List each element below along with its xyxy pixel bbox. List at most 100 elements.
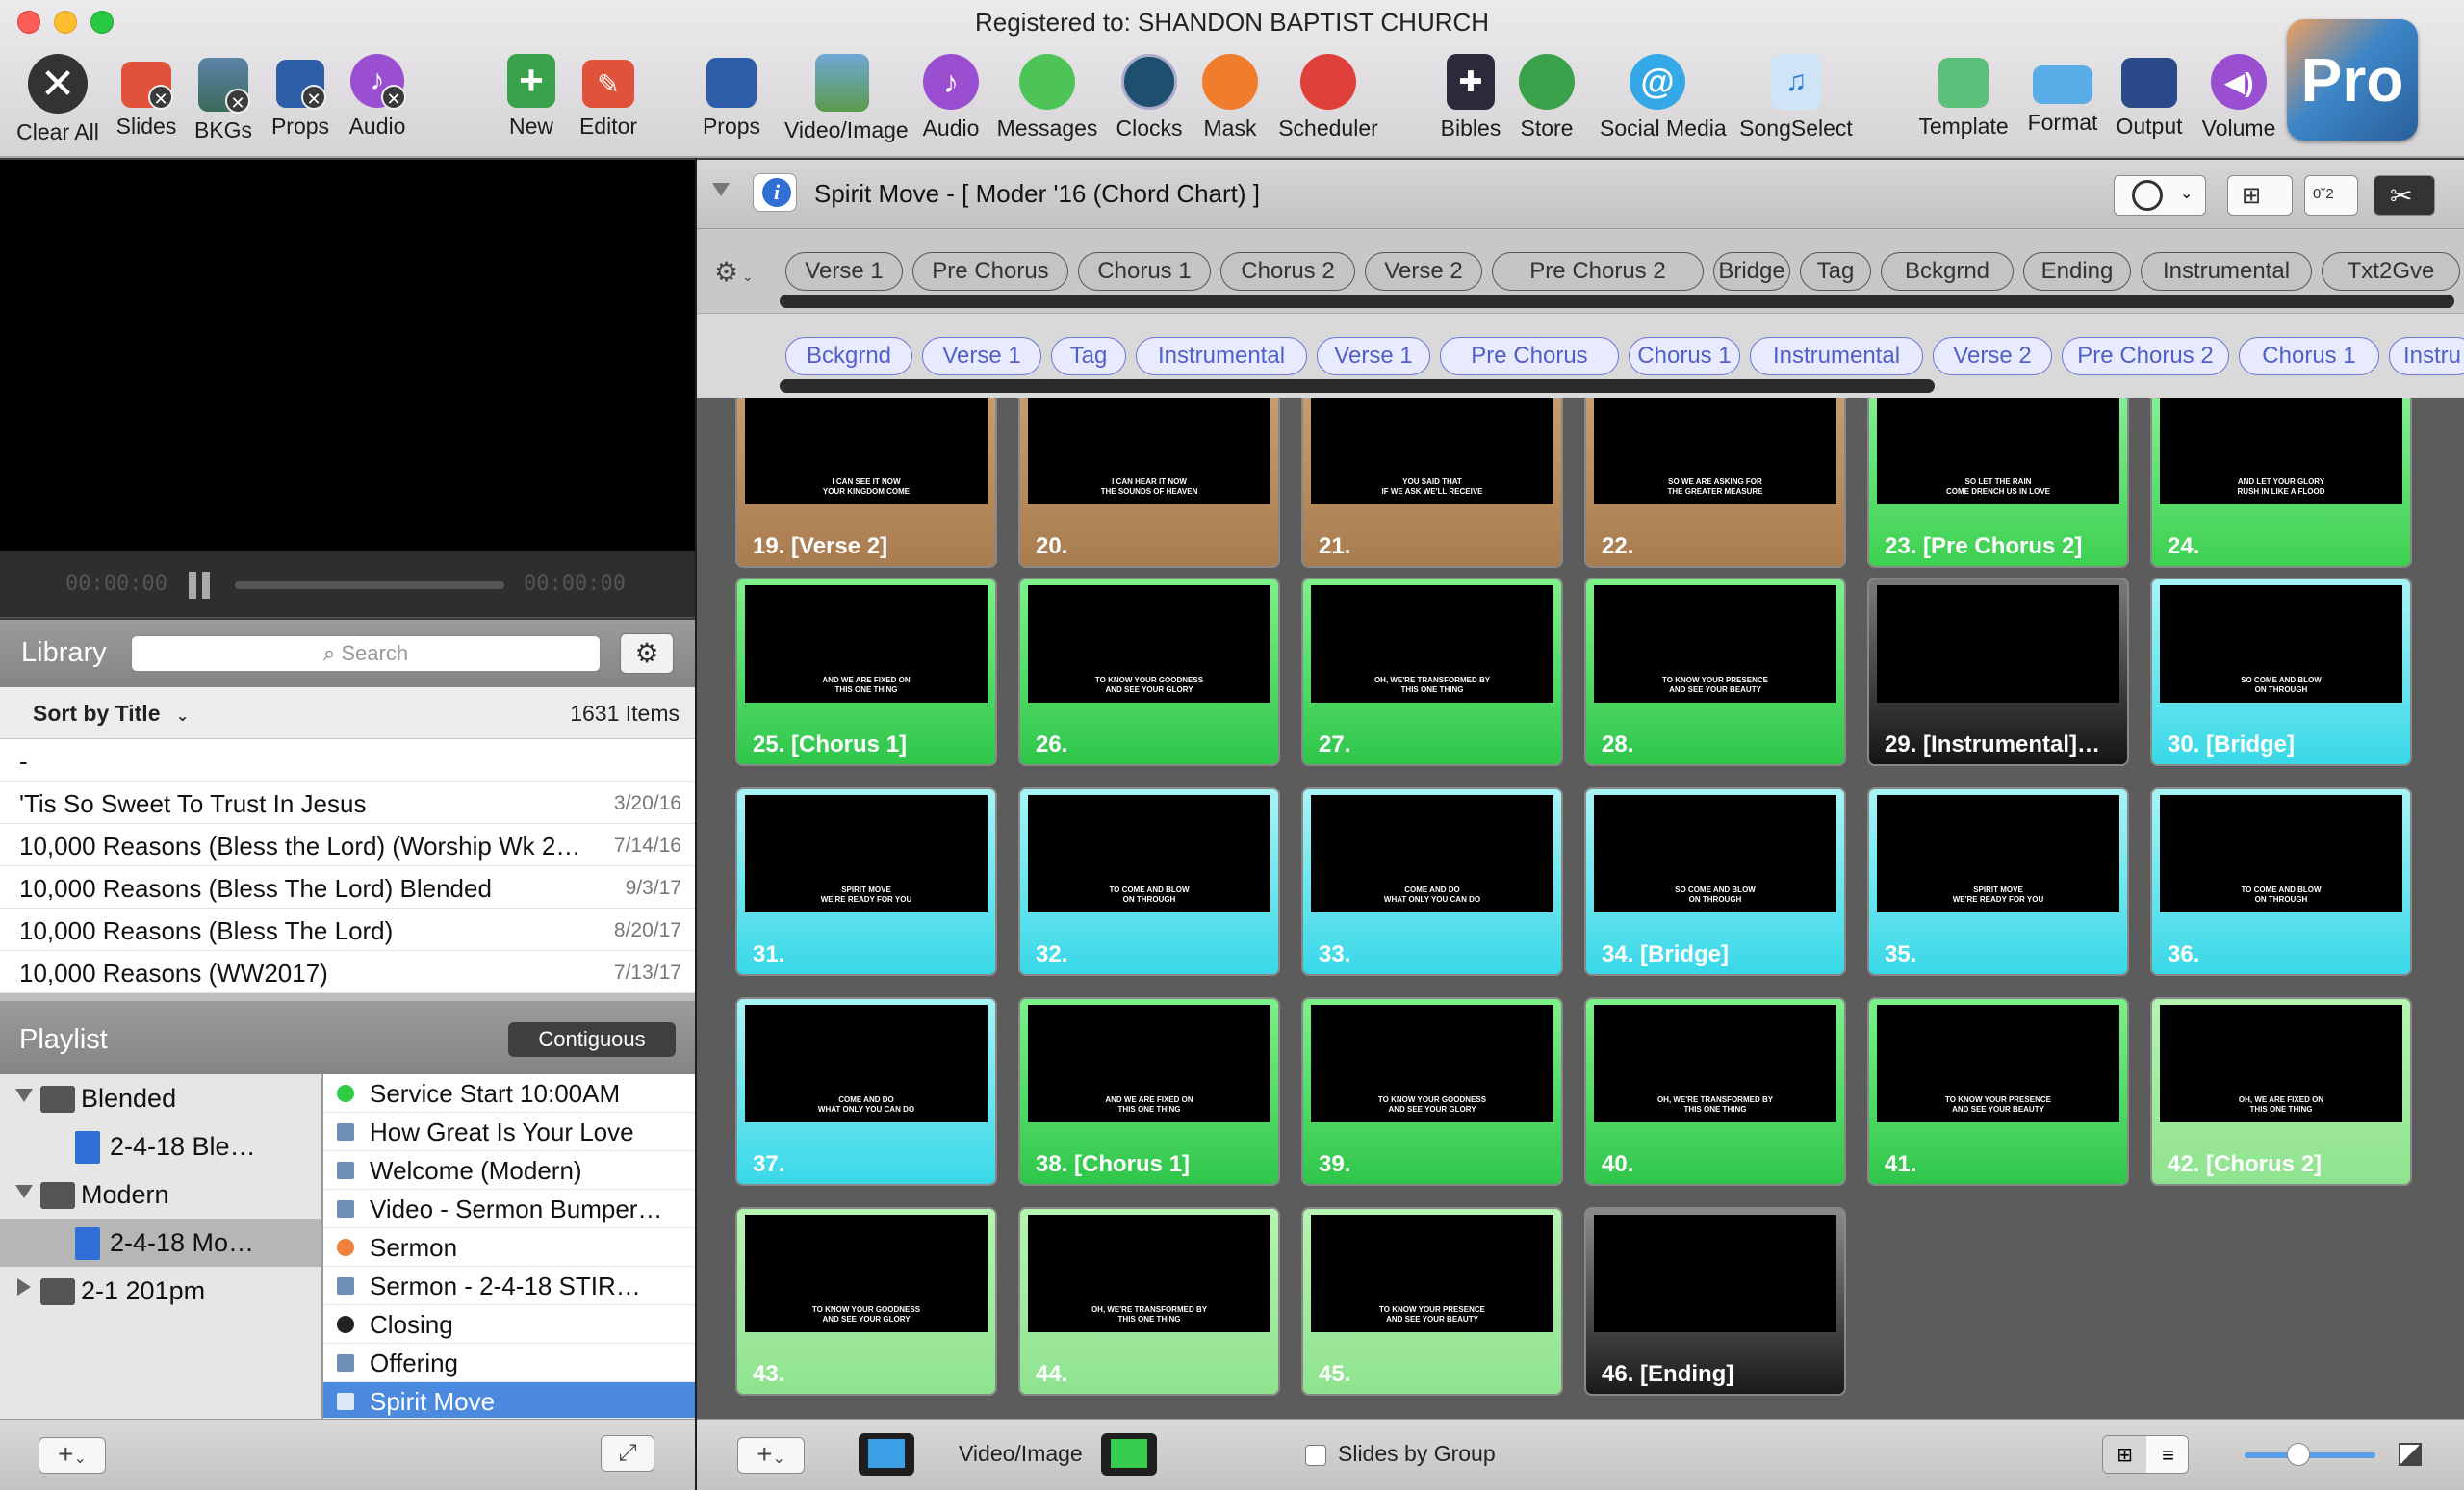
scissors-button[interactable]: ✂ bbox=[2374, 175, 2435, 216]
video-image-bin-button[interactable] bbox=[1101, 1433, 1157, 1476]
arrangement-scrollbar[interactable] bbox=[780, 379, 1935, 393]
group-pill[interactable]: Bckgrnd bbox=[785, 337, 912, 375]
group-pill[interactable]: Instrumental bbox=[1136, 337, 1307, 375]
group-pill[interactable]: Instrumental bbox=[2141, 252, 2312, 291]
slide-thumbnail[interactable]: TO KNOW YOUR PRESENCE AND SEE YOUR BEAUT… bbox=[1301, 1207, 1563, 1396]
groups-scrollbar[interactable] bbox=[780, 295, 2454, 308]
scheduler-button[interactable]: Scheduler bbox=[1270, 54, 1386, 141]
slide-thumbnail[interactable]: SPIRIT MOVE WE'RE READY FOR YOU 35. bbox=[1867, 787, 2129, 976]
disclosure-triangle-icon[interactable] bbox=[17, 1278, 31, 1296]
group-pill[interactable]: Chorus 1 bbox=[1629, 337, 1740, 375]
library-item[interactable]: 10,000 Reasons (Bless the Lord) (Worship… bbox=[0, 824, 695, 866]
slide-thumbnail[interactable]: AND LET YOUR GLORY RUSH IN LIKE A FLOOD 2… bbox=[2150, 398, 2412, 568]
disclosure-triangle-icon[interactable] bbox=[15, 1185, 33, 1198]
group-pill[interactable]: Pre Chorus 2 bbox=[2062, 337, 2229, 375]
messages-button[interactable]: Messages bbox=[989, 54, 1105, 141]
slide-thumbnail[interactable]: COME AND DO WHAT ONLY YOU CAN DO 37. bbox=[735, 997, 997, 1186]
slide-thumbnail[interactable]: 46. [Ending] bbox=[1584, 1207, 1846, 1396]
group-pill[interactable]: Verse 1 bbox=[922, 337, 1041, 375]
video-image-button[interactable]: Video/Image bbox=[784, 54, 909, 143]
group-pill[interactable]: Pre Chorus 2 bbox=[1492, 252, 1704, 291]
editor-button[interactable]: ✎ Editor bbox=[551, 54, 666, 140]
tree-folder-modern[interactable]: Modern bbox=[0, 1170, 321, 1219]
store-button[interactable]: Store bbox=[1489, 54, 1604, 141]
group-pill[interactable]: Instrumental bbox=[1750, 337, 1923, 375]
slide-thumbnail[interactable]: TO KNOW YOUR PRESENCE AND SEE YOUR BEAUT… bbox=[1867, 997, 2129, 1186]
slide-thumbnail[interactable]: SO COME AND BLOW ON THROUGH 34. [Bridge] bbox=[1584, 787, 1846, 976]
playlist-item[interactable]: Service Start 10:00AM bbox=[323, 1074, 695, 1113]
group-pill[interactable]: Bckgrnd bbox=[1881, 252, 2014, 291]
tree-folder-2-1-201pm[interactable]: 2-1 201pm bbox=[0, 1267, 321, 1315]
playlist-item[interactable]: Closing bbox=[323, 1305, 695, 1344]
playlist-item[interactable]: Offering bbox=[323, 1344, 695, 1382]
groups-settings-button[interactable]: ⚙ ⌄ bbox=[714, 256, 754, 288]
list-view-button[interactable]: ≡ bbox=[2146, 1436, 2188, 1473]
library-item[interactable]: 10,000 Reasons (WW2017) 7/13/17 bbox=[0, 951, 695, 993]
slide-thumbnail[interactable]: OH, WE'RE TRANSFORMED BY THIS ONE THING 2… bbox=[1301, 578, 1563, 766]
slide-thumbnail[interactable]: SPIRIT MOVE WE'RE READY FOR YOU 31. bbox=[735, 787, 997, 976]
slide-thumbnail[interactable]: SO WE ARE ASKING FOR THE GREATER MEASURE… bbox=[1584, 398, 1846, 568]
tree-playlist-2-4-18-blended[interactable]: 2-4-18 Ble… bbox=[0, 1122, 321, 1170]
slide-thumbnail[interactable]: I CAN SEE IT NOW YOUR KINGDOM COME 19. [V… bbox=[735, 398, 997, 568]
arrangement-button[interactable]: ⊞ bbox=[2227, 175, 2293, 216]
disclosure-triangle-icon[interactable] bbox=[15, 1089, 33, 1102]
songselect-button[interactable]: ♫ SongSelect bbox=[1738, 54, 1854, 141]
group-pill[interactable]: Verse 2 bbox=[1933, 337, 2052, 375]
group-pill[interactable]: Txt2Gve bbox=[2322, 252, 2460, 291]
library-settings-button[interactable]: ⚙ bbox=[620, 633, 674, 674]
template-button[interactable]: Template bbox=[1906, 54, 2021, 140]
group-pill[interactable]: Tag bbox=[1051, 337, 1126, 375]
zoom-slider-thumb[interactable] bbox=[2287, 1443, 2310, 1466]
tree-folder-blended[interactable]: Blended bbox=[0, 1074, 321, 1122]
slide-thumbnail[interactable]: COME AND DO WHAT ONLY YOU CAN DO 33. bbox=[1301, 787, 1563, 976]
playlist-item[interactable]: Welcome (Modern) bbox=[323, 1151, 695, 1190]
group-pill[interactable]: Ending bbox=[2023, 252, 2131, 291]
group-pill[interactable]: Verse 1 bbox=[1317, 337, 1430, 375]
slide-thumbnail[interactable]: TO KNOW YOUR GOODNESS AND SEE YOUR GLORY… bbox=[735, 1207, 997, 1396]
slide-thumbnail[interactable]: 29. [Instrumental]… bbox=[1867, 578, 2129, 766]
slide-thumbnail[interactable]: OH, WE ARE FIXED ON THIS ONE THING 42. [C… bbox=[2150, 997, 2412, 1186]
pause-button[interactable] bbox=[189, 572, 212, 599]
group-pill[interactable]: Verse 1 bbox=[785, 252, 903, 291]
info-button[interactable]: i bbox=[753, 173, 797, 212]
expand-button[interactable]: ⤢ bbox=[601, 1435, 654, 1472]
volume-button[interactable]: ◀) Volume bbox=[2181, 54, 2297, 141]
slide-thumbnail[interactable]: TO KNOW YOUR PRESENCE AND SEE YOUR BEAUT… bbox=[1584, 578, 1846, 766]
social-media-button[interactable]: @ Social Media bbox=[1600, 54, 1727, 141]
group-pill[interactable]: Chorus 2 bbox=[1220, 252, 1355, 291]
clear-audio-button[interactable]: ♪ ✕ Audio bbox=[320, 54, 435, 140]
collapse-triangle-icon[interactable] bbox=[712, 183, 730, 196]
playlist-item-selected[interactable]: Spirit Move bbox=[323, 1382, 695, 1419]
zoom-slider-track[interactable] bbox=[2245, 1452, 2375, 1458]
library-search-input[interactable]: ⌕ Search bbox=[131, 635, 601, 672]
library-item[interactable]: 10,000 Reasons (Bless The Lord) 8/20/17 bbox=[0, 909, 695, 951]
slide-thumbnail[interactable]: TO COME AND BLOW ON THROUGH 36. bbox=[2150, 787, 2412, 976]
library-playlist-splitter[interactable] bbox=[0, 993, 695, 1001]
add-slide-button[interactable]: +⌄ bbox=[737, 1437, 805, 1474]
playlist-item[interactable]: Sermon - 2-4-18 STIR… bbox=[323, 1267, 695, 1305]
size-button[interactable]: 0˘2 bbox=[2304, 175, 2358, 216]
slide-thumbnail[interactable]: TO KNOW YOUR GOODNESS AND SEE YOUR GLORY… bbox=[1301, 997, 1563, 1186]
group-pill[interactable]: Chorus 1 bbox=[1078, 252, 1211, 291]
slide-preview-button[interactable] bbox=[859, 1433, 914, 1476]
contiguous-toggle[interactable]: Contiguous bbox=[508, 1022, 676, 1057]
group-pill[interactable]: Pre Chorus bbox=[912, 252, 1068, 291]
add-playlist-button[interactable]: +⌄ bbox=[38, 1437, 106, 1474]
slide-thumbnail[interactable]: TO KNOW YOUR GOODNESS AND SEE YOUR GLORY… bbox=[1018, 578, 1280, 766]
slide-thumbnail[interactable]: AND WE ARE FIXED ON THIS ONE THING 38. [C… bbox=[1018, 997, 1280, 1186]
slide-thumbnail[interactable]: YOU SAID THAT IF WE ASK WE'LL RECEIVE 21. bbox=[1301, 398, 1563, 568]
playlist-item[interactable]: Video - Sermon Bumper… bbox=[323, 1190, 695, 1228]
slide-thumbnail[interactable]: SO LET THE RAIN COME DRENCH US IN LOVE 23… bbox=[1867, 398, 2129, 568]
timer-dropdown[interactable]: ⌄ bbox=[2114, 175, 2206, 216]
slide-thumbnail[interactable]: SO COME AND BLOW ON THROUGH 30. [Bridge] bbox=[2150, 578, 2412, 766]
group-pill[interactable]: Pre Chorus bbox=[1440, 337, 1619, 375]
group-pill[interactable]: Verse 2 bbox=[1365, 252, 1482, 291]
tree-playlist-2-4-18-modern[interactable]: 2-4-18 Mo… bbox=[0, 1219, 321, 1267]
slide-thumbnail[interactable]: AND WE ARE FIXED ON THIS ONE THING 25. [C… bbox=[735, 578, 997, 766]
slide-thumbnail[interactable]: OH, WE'RE TRANSFORMED BY THIS ONE THING 4… bbox=[1584, 997, 1846, 1186]
transport-scrubber[interactable] bbox=[235, 581, 504, 589]
group-pill[interactable]: Bridge bbox=[1713, 252, 1790, 291]
group-pill[interactable]: Chorus 1 bbox=[2239, 337, 2379, 375]
slide-thumbnail[interactable]: TO COME AND BLOW ON THROUGH 32. bbox=[1018, 787, 1280, 976]
playlist-item[interactable]: Sermon bbox=[323, 1228, 695, 1267]
